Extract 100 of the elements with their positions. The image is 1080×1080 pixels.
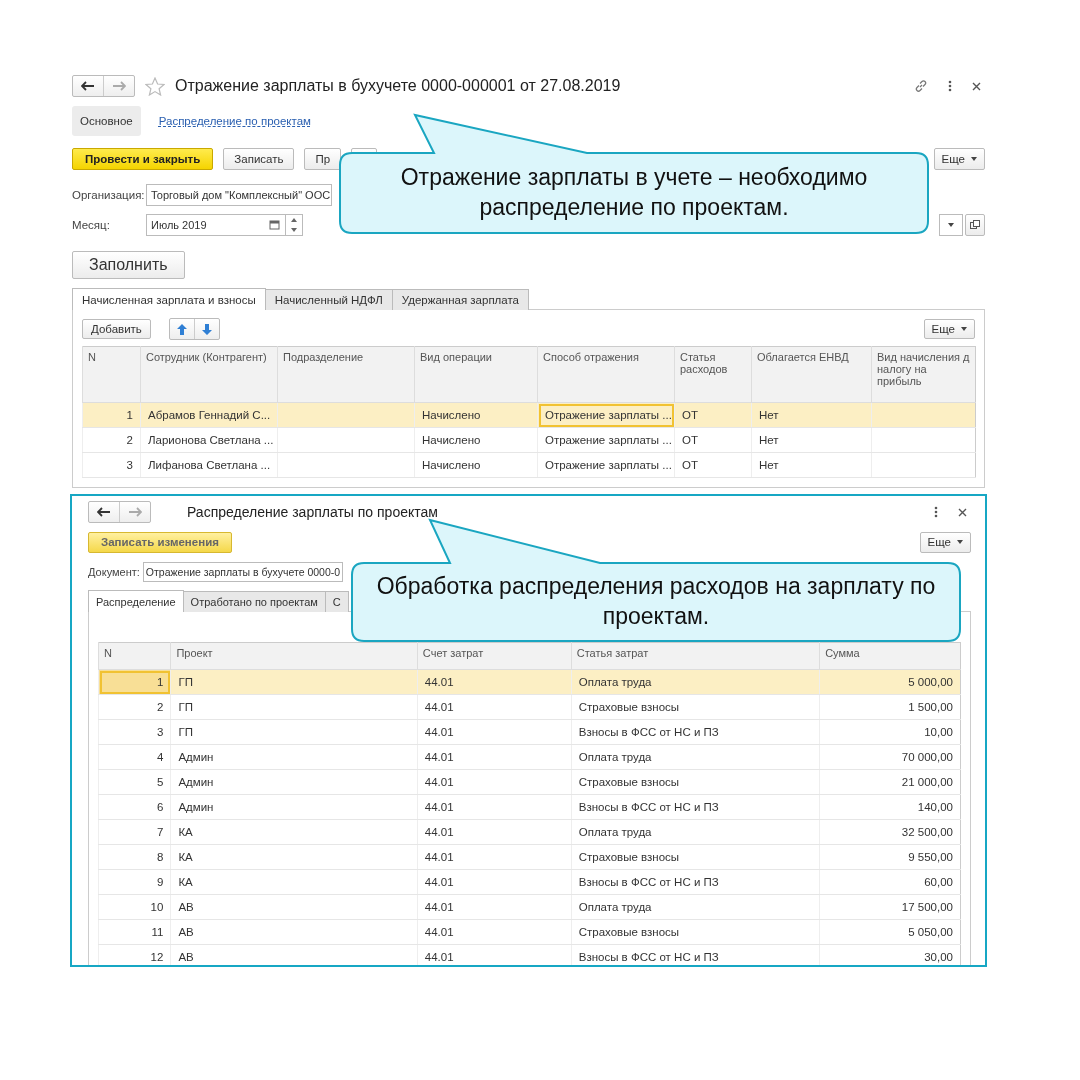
tab[interactable]: Отработано по проектам xyxy=(182,591,326,612)
table-cell: КА xyxy=(178,826,193,838)
table-cell: Взносы в ФСС от НС и ПЗ xyxy=(578,801,719,813)
tab[interactable]: Удержанная зарплата xyxy=(391,289,529,310)
field-label: Месяц: xyxy=(72,219,111,231)
table-cell: Страховые взносы xyxy=(578,926,680,938)
post-and-close-button[interactable]: Провести и закрыть xyxy=(72,148,214,170)
column-header[interactable]: N xyxy=(98,642,171,670)
tab[interactable]: С xyxy=(324,591,349,612)
table-cell: Админ xyxy=(178,776,214,788)
section-link[interactable]: Основное xyxy=(72,106,141,136)
table-cell: КА xyxy=(178,851,193,863)
fill-button[interactable]: Заполнить xyxy=(72,251,185,279)
table-cell: Ларионова Светлана ... xyxy=(148,434,274,446)
more-button[interactable]: Еще xyxy=(919,531,971,553)
table-cell: 60,00 xyxy=(924,876,953,888)
table-cell: ГП xyxy=(178,676,193,688)
table-cell: Отражение зарплаты ... xyxy=(545,409,672,421)
table-cell: 44.01 xyxy=(424,801,454,813)
table-cell: Оплата труда xyxy=(578,676,652,688)
more-icon[interactable] xyxy=(948,80,952,92)
organization-field[interactable]: Торговый дом "Комплексный" ООС xyxy=(146,184,332,206)
column-header[interactable]: Статья расходов xyxy=(674,346,752,403)
table-cell: 5 000,00 xyxy=(908,676,953,688)
column-header[interactable]: Вид начисления д налогу на прибыль xyxy=(871,346,976,403)
row-number: 3 xyxy=(157,726,164,738)
table-cell: Страховые взносы xyxy=(578,851,680,863)
table-cell: Нет xyxy=(759,434,779,446)
tab[interactable]: Начисленный НДФЛ xyxy=(264,289,393,310)
column-header[interactable]: Статья затрат xyxy=(571,642,820,670)
move-up-icon[interactable] xyxy=(176,323,187,335)
spin-down-icon[interactable] xyxy=(291,228,297,232)
table-cell: Лифанова Светлана ... xyxy=(148,459,271,471)
table-cell: Админ xyxy=(178,751,214,763)
column-header[interactable]: N xyxy=(82,346,141,403)
row-number: 11 xyxy=(151,926,164,938)
table-cell: 44.01 xyxy=(424,951,454,963)
column-header[interactable]: Счет затрат xyxy=(417,642,572,670)
table-cell: Взносы в ФСС от НС и ПЗ xyxy=(578,726,719,738)
star-icon[interactable] xyxy=(145,76,165,96)
row-number: 8 xyxy=(157,851,164,863)
table-cell: Нет xyxy=(759,409,779,421)
column-header[interactable]: Облагается ЕНВД xyxy=(751,346,872,403)
caret-icon xyxy=(971,157,977,161)
table-cell: 9 550,00 xyxy=(908,851,953,863)
spin-control[interactable] xyxy=(285,214,303,236)
table-cell: Нет xyxy=(759,459,779,471)
link-icon[interactable] xyxy=(914,79,928,93)
column-header[interactable]: Способ отражения xyxy=(537,346,675,403)
save-changes-button[interactable]: Записать изменения xyxy=(88,531,232,553)
table-cell: Взносы в ФСС от НС и ПЗ xyxy=(578,951,719,963)
toolbar-button[interactable]: Записать xyxy=(223,148,295,170)
table-cell: Начислено xyxy=(422,434,481,446)
back-arrow-icon[interactable] xyxy=(97,507,111,517)
back-arrow-icon[interactable] xyxy=(81,81,95,91)
row-number: 12 xyxy=(150,951,164,963)
table-cell: АВ xyxy=(178,951,194,963)
toolbar-button[interactable]: Пр xyxy=(304,148,342,170)
dropdown-field[interactable] xyxy=(939,214,963,236)
move-down-icon[interactable] xyxy=(201,323,212,335)
field-label: Документ: xyxy=(88,566,140,578)
table-cell: Оплата труда xyxy=(578,826,652,838)
table-cell: 44.01 xyxy=(424,926,454,938)
table-cell: ОТ xyxy=(682,409,698,421)
tooltip-text: Обработка распределения расходов на зарплату по проектам. xyxy=(375,572,937,631)
table-cell: Страховые взносы xyxy=(578,776,680,788)
row-number: 1 xyxy=(126,409,133,421)
column-header[interactable]: Вид операции xyxy=(414,346,538,403)
table-cell: Отражение зарплаты ... xyxy=(545,434,672,446)
more-button[interactable]: Еще xyxy=(933,148,985,170)
section-link[interactable]: Распределение по проектам xyxy=(150,106,319,136)
column-header[interactable]: Сотрудник (Контрагент) xyxy=(140,346,278,403)
table-cell: КА xyxy=(178,876,193,888)
table-cell: 140,00 xyxy=(917,801,953,813)
month-field[interactable]: Июль 2019 xyxy=(146,214,286,236)
add-button[interactable]: Добавить xyxy=(82,319,151,339)
table-cell: 17 500,00 xyxy=(901,901,953,913)
tab[interactable]: Распределение xyxy=(88,590,184,612)
more-button[interactable]: Еще xyxy=(923,319,975,339)
document-field[interactable]: Отражение зарплаты в бухучете 0000-0 xyxy=(142,562,344,582)
row-number: 9 xyxy=(157,876,164,888)
table-cell: 30,00 xyxy=(924,951,953,963)
caret-icon xyxy=(961,327,967,331)
table-cell: Оплата труда xyxy=(578,901,652,913)
table-cell: Взносы в ФСС от НС и ПЗ xyxy=(578,876,719,888)
caret-icon xyxy=(957,540,963,544)
table-cell: 44.01 xyxy=(424,751,454,763)
row-number: 4 xyxy=(157,751,164,763)
column-header[interactable]: Проект xyxy=(170,642,418,670)
open-button[interactable] xyxy=(965,214,985,236)
table-cell: АВ xyxy=(178,926,194,938)
tab[interactable]: Начисленная зарплата и взносы xyxy=(72,288,266,310)
row-number: 7 xyxy=(157,826,164,838)
column-header[interactable]: Сумма xyxy=(819,642,961,670)
more-icon[interactable] xyxy=(934,506,938,518)
caret-icon xyxy=(948,223,954,227)
close-icon[interactable] xyxy=(972,81,981,91)
column-header[interactable]: Подразделение xyxy=(277,346,415,403)
spin-up-icon[interactable] xyxy=(291,218,297,222)
close-icon[interactable] xyxy=(958,507,967,517)
